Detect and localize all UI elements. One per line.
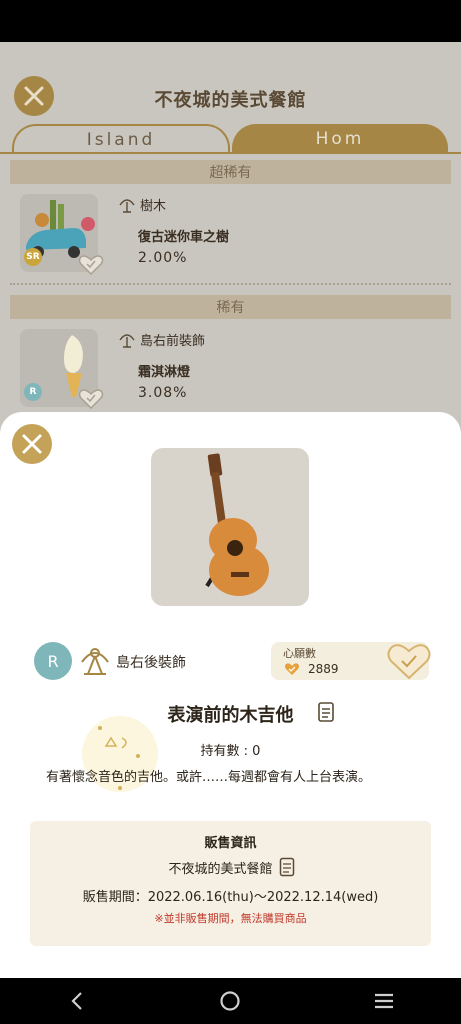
- recents-button[interactable]: [364, 981, 404, 1021]
- sale-period: 販售期間：2022.06.16(thu)〜2022.12.14(wed): [82, 890, 379, 905]
- section-header-rare: 稀有: [10, 295, 451, 319]
- rarity-badge-sr: SR: [24, 248, 42, 266]
- island-decor-category-icon: [81, 648, 109, 675]
- divider: [10, 283, 451, 285]
- item-category: 島右前裝飾: [140, 334, 206, 349]
- item-description: 有著懷念音色的吉他。或許……每週都會有人上台表演。: [46, 770, 372, 785]
- tree-category-icon: [119, 198, 135, 213]
- owned-count: 持有數 : 0: [200, 744, 261, 759]
- wish-label: 心願數: [283, 647, 316, 660]
- item-name: 霜淇淋燈: [138, 365, 191, 380]
- item-percent: 2.00%: [138, 250, 188, 266]
- item-category-row: 樹木: [118, 195, 166, 214]
- item-category-row: 島右前裝飾: [118, 330, 205, 349]
- document-icon[interactable]: [317, 701, 335, 723]
- section-header-super-rare: 超稀有: [10, 160, 451, 184]
- sale-info-title: 販售資訊: [204, 836, 257, 851]
- item-name: 復古迷你車之樹: [138, 230, 230, 245]
- document-icon[interactable]: [279, 857, 295, 877]
- page-title: 不夜城的美式餐館: [154, 90, 307, 111]
- system-nav-bar: [0, 978, 461, 1024]
- tab-island[interactable]: Island: [12, 124, 230, 154]
- sale-note: ※並非販售期間，無法購買商品: [154, 912, 307, 925]
- recents-icon: [375, 993, 394, 1009]
- heart-icon[interactable]: [78, 386, 104, 410]
- wish-count: 2889: [308, 662, 339, 676]
- tab-divider: [0, 152, 461, 154]
- tab-home[interactable]: Hom: [232, 124, 448, 154]
- heart-icon: [285, 663, 299, 675]
- heart-icon[interactable]: [78, 252, 104, 276]
- wish-heart-button[interactable]: [386, 639, 432, 681]
- item-percent: 3.08%: [138, 385, 188, 401]
- home-button[interactable]: [210, 981, 250, 1021]
- status-bar: [0, 0, 461, 42]
- item-image: [151, 448, 309, 606]
- item-category: 樹木: [140, 199, 167, 214]
- modal-close-button[interactable]: [12, 424, 52, 464]
- back-button[interactable]: [57, 981, 97, 1021]
- item-title: 表演前的木吉他: [167, 705, 294, 726]
- rarity-badge-r: R: [34, 642, 72, 680]
- home-icon: [220, 991, 241, 1011]
- acoustic-guitar-image: [205, 453, 269, 596]
- island-decor-category-icon: [119, 333, 135, 348]
- item-category: 島右後裝飾: [116, 655, 186, 671]
- back-icon: [71, 992, 82, 1010]
- close-icon: [22, 434, 42, 454]
- rarity-badge-r: R: [24, 383, 42, 401]
- sale-shop-name: 不夜城的美式餐館: [168, 862, 273, 877]
